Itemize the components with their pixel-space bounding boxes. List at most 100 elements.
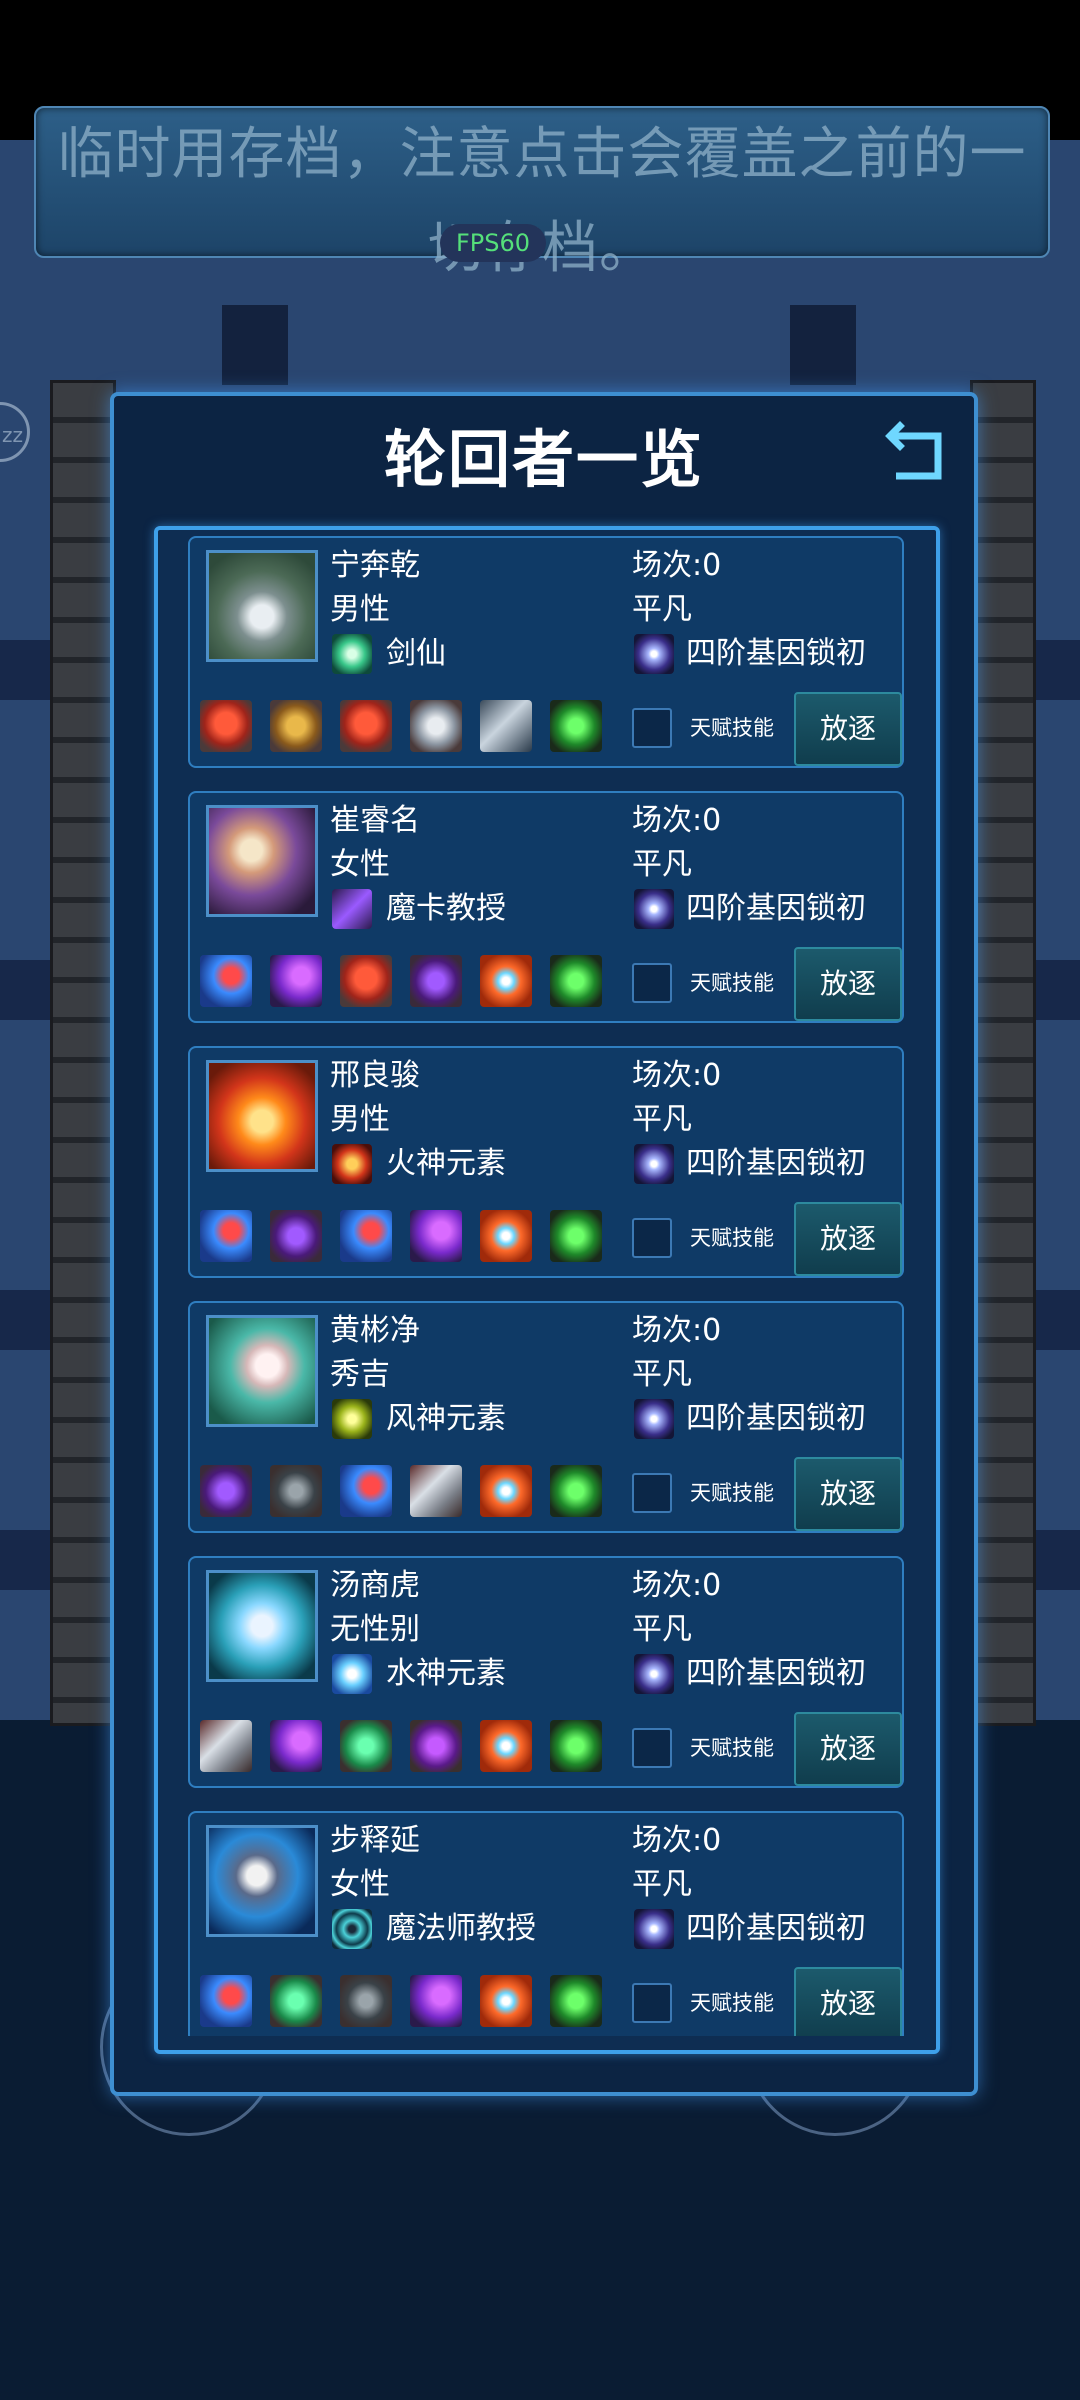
character-name: 步释延 xyxy=(330,1823,420,1858)
purple-potion-icon[interactable] xyxy=(410,1210,462,1262)
reincarnator-list-dialog: 轮回者一览 宁奔乾 男性 剑仙 场次:0 平凡 四阶基因锁初 天赋技能 放逐 崔睿名 女性 魔卡教授… xyxy=(110,392,978,2096)
crossed-swords-icon xyxy=(332,634,372,674)
green-crystal-icon[interactable] xyxy=(270,1975,322,2027)
gold-ore-icon[interactable] xyxy=(270,700,322,752)
silver-ore-icon[interactable] xyxy=(410,700,462,752)
fire-flower-icon[interactable] xyxy=(480,1720,532,1772)
gene-lock-level: 四阶基因锁初 xyxy=(686,1146,866,1181)
match-count: 场次:0 xyxy=(632,1568,722,1603)
character-class: 水神元素 xyxy=(386,1656,506,1691)
fire-flower-icon[interactable] xyxy=(480,1465,532,1517)
green-crystal-icon[interactable] xyxy=(340,1720,392,1772)
talent-skill-label: 天赋技能 xyxy=(690,1226,774,1250)
fire-flower-icon[interactable] xyxy=(480,955,532,1007)
red-crystal-icon[interactable] xyxy=(200,700,252,752)
fire-element-icon xyxy=(332,1144,372,1184)
character-rank: 平凡 xyxy=(632,1357,692,1392)
dark-ore-icon[interactable] xyxy=(340,1975,392,2027)
purple-crystal-icon[interactable] xyxy=(200,1465,252,1517)
character-card[interactable]: 宁奔乾 男性 剑仙 场次:0 平凡 四阶基因锁初 天赋技能 放逐 xyxy=(188,536,904,768)
gene-lock-icon xyxy=(634,1399,674,1439)
green-vine-icon[interactable] xyxy=(550,1720,602,1772)
dark-ore-icon[interactable] xyxy=(270,1465,322,1517)
blue-potion-icon[interactable] xyxy=(200,1210,252,1262)
exile-button[interactable]: 放逐 xyxy=(794,1967,902,2036)
character-portrait xyxy=(206,1825,318,1937)
character-card[interactable]: 邢良骏 男性 火神元素 场次:0 平凡 四阶基因锁初 天赋技能 放逐 xyxy=(188,1046,904,1278)
bg-pillar xyxy=(790,305,856,385)
character-name: 黄彬净 xyxy=(330,1313,420,1348)
green-vine-icon[interactable] xyxy=(550,955,602,1007)
purple-potion-icon[interactable] xyxy=(410,1975,462,2027)
blue-potion-icon[interactable] xyxy=(340,1465,392,1517)
exile-button[interactable]: 放逐 xyxy=(794,1457,902,1531)
fire-flower-icon[interactable] xyxy=(480,1210,532,1262)
match-count: 场次:0 xyxy=(632,803,722,838)
red-crystal-icon[interactable] xyxy=(340,700,392,752)
gene-lock-icon xyxy=(634,889,674,929)
character-name: 汤商虎 xyxy=(330,1568,420,1603)
talent-skill-label: 天赋技能 xyxy=(690,1481,774,1505)
character-list: 宁奔乾 男性 剑仙 场次:0 平凡 四阶基因锁初 天赋技能 放逐 崔睿名 女性 魔卡教授 场次:0 平凡… xyxy=(154,526,940,2054)
ray-gun-icon[interactable] xyxy=(480,700,532,752)
stone-wall-left xyxy=(50,380,116,1726)
character-card[interactable]: 崔睿名 女性 魔卡教授 场次:0 平凡 四阶基因锁初 天赋技能 放逐 xyxy=(188,791,904,1023)
talent-skill-checkbox[interactable] xyxy=(632,1983,672,2023)
spell-book-icon[interactable] xyxy=(410,1465,462,1517)
character-class: 火神元素 xyxy=(386,1146,506,1181)
talent-skill-checkbox[interactable] xyxy=(632,708,672,748)
blue-potion-icon[interactable] xyxy=(200,955,252,1007)
talent-skill-checkbox[interactable] xyxy=(632,1473,672,1513)
character-class: 魔法师教授 xyxy=(386,1911,536,1946)
exile-button[interactable]: 放逐 xyxy=(794,1202,902,1276)
talent-skill-checkbox[interactable] xyxy=(632,1728,672,1768)
talent-skill-label: 天赋技能 xyxy=(690,1991,774,2015)
stone-wall-right xyxy=(970,380,1036,1726)
green-vine-icon[interactable] xyxy=(550,1975,602,2027)
blue-potion-icon[interactable] xyxy=(200,1975,252,2027)
match-count: 场次:0 xyxy=(632,1823,722,1858)
spiral-magic-icon xyxy=(332,1909,372,1949)
match-count: 场次:0 xyxy=(632,1313,722,1348)
exile-button[interactable]: 放逐 xyxy=(794,1712,902,1786)
character-class: 剑仙 xyxy=(386,636,446,671)
match-count: 场次:0 xyxy=(632,548,722,583)
purple-potion-icon[interactable] xyxy=(270,955,322,1007)
purple-crystal-icon[interactable] xyxy=(410,955,462,1007)
purple-card-icon xyxy=(332,889,372,929)
character-card[interactable]: 黄彬净 秀吉 风神元素 场次:0 平凡 四阶基因锁初 天赋技能 放逐 xyxy=(188,1301,904,1533)
character-name: 崔睿名 xyxy=(330,803,420,838)
gene-lock-level: 四阶基因锁初 xyxy=(686,1401,866,1436)
fps-counter: FPS60 xyxy=(440,224,546,262)
dialog-title: 轮回者一览 xyxy=(383,423,704,496)
talent-skill-checkbox[interactable] xyxy=(632,963,672,1003)
gene-lock-icon xyxy=(634,1654,674,1694)
character-rank: 平凡 xyxy=(632,847,692,882)
green-vine-icon[interactable] xyxy=(550,1210,602,1262)
blue-potion-icon[interactable] xyxy=(340,1210,392,1262)
purple-star-icon[interactable] xyxy=(410,1720,462,1772)
purple-potion-icon[interactable] xyxy=(270,1720,322,1772)
purple-crystal-icon[interactable] xyxy=(270,1210,322,1262)
green-vine-icon[interactable] xyxy=(550,1465,602,1517)
gene-lock-level: 四阶基因锁初 xyxy=(686,1656,866,1691)
exile-button[interactable]: 放逐 xyxy=(794,947,902,1021)
character-gender: 无性别 xyxy=(330,1612,420,1647)
character-list-scroll[interactable]: 宁奔乾 男性 剑仙 场次:0 平凡 四阶基因锁初 天赋技能 放逐 崔睿名 女性 魔卡教授 场次:0 平凡… xyxy=(188,536,904,2036)
talent-skill-label: 天赋技能 xyxy=(690,971,774,995)
exile-button[interactable]: 放逐 xyxy=(794,692,902,766)
gene-lock-level: 四阶基因锁初 xyxy=(686,636,866,671)
fire-flower-icon[interactable] xyxy=(480,1975,532,2027)
character-class: 魔卡教授 xyxy=(386,891,506,926)
character-gender: 女性 xyxy=(330,847,390,882)
back-arrow-icon[interactable] xyxy=(880,410,960,490)
character-rank: 平凡 xyxy=(632,592,692,627)
talent-skill-checkbox[interactable] xyxy=(632,1218,672,1258)
character-portrait xyxy=(206,1570,318,1682)
spell-book-icon[interactable] xyxy=(200,1720,252,1772)
notice-text: 临时用存档，注意点击会覆盖之前的一切存档。 xyxy=(57,122,1027,281)
character-card[interactable]: 步释延 女性 魔法师教授 场次:0 平凡 四阶基因锁初 天赋技能 放逐 xyxy=(188,1811,904,2036)
green-vine-icon[interactable] xyxy=(550,700,602,752)
red-crystal-icon[interactable] xyxy=(340,955,392,1007)
character-card[interactable]: 汤商虎 无性别 水神元素 场次:0 平凡 四阶基因锁初 天赋技能 放逐 xyxy=(188,1556,904,1788)
